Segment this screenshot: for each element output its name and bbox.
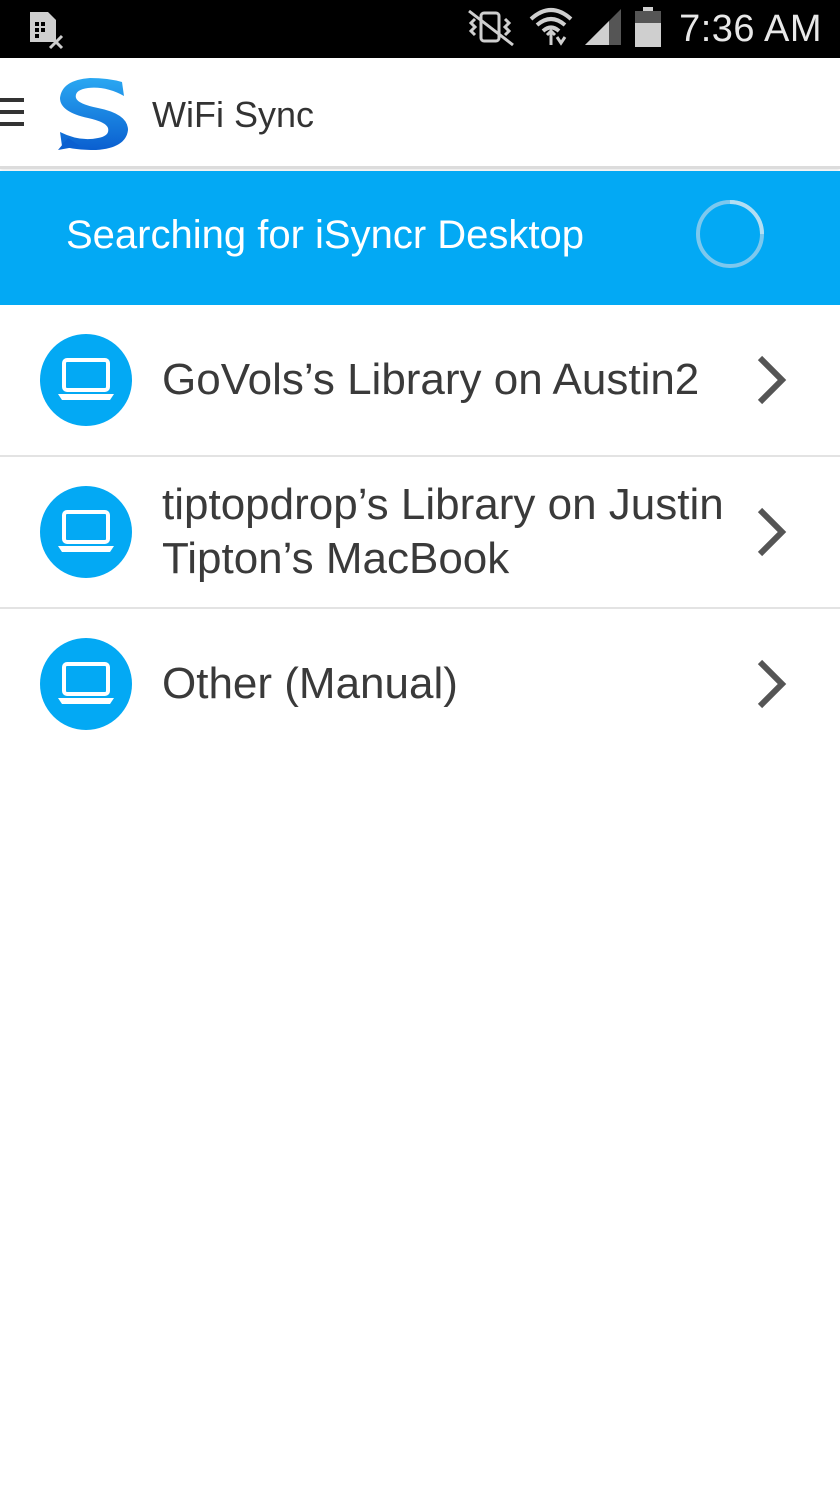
loading-spinner-icon — [696, 200, 764, 268]
laptop-icon-badge — [40, 334, 132, 426]
library-list: GoVols’s Library on Austin2 tiptopdrop’s… — [0, 305, 840, 759]
menu-icon[interactable] — [0, 98, 24, 130]
chevron-right-icon — [757, 355, 787, 405]
laptop-icon — [58, 662, 114, 704]
signal-icon — [583, 7, 623, 52]
status-icons: 7:36 AM — [463, 0, 822, 58]
laptop-icon — [58, 510, 114, 552]
status-time: 7:36 AM — [679, 7, 822, 50]
sim-icon — [26, 10, 66, 55]
list-item-label: Other (Manual) — [162, 659, 458, 708]
wifi-icon — [529, 5, 573, 54]
isyncr-logo[interactable] — [54, 74, 134, 152]
chevron-right-icon — [757, 507, 787, 557]
chevron-right-icon — [757, 659, 787, 709]
list-item-library[interactable]: GoVols’s Library on Austin2 — [0, 305, 840, 457]
status-bar: 7:36 AM — [0, 0, 840, 58]
app-title: WiFi Sync — [152, 94, 314, 135]
mute-vibrate-icon — [463, 7, 519, 52]
laptop-icon-badge — [40, 486, 132, 578]
list-item-label: tiptopdrop’s Library on Justin Tipton’s … — [162, 480, 724, 583]
list-item-label: GoVols’s Library on Austin2 — [162, 355, 700, 404]
laptop-icon-badge — [40, 638, 132, 730]
action-bar: WiFi Sync — [0, 58, 840, 169]
laptop-icon — [58, 358, 114, 400]
search-status-text: Searching for iSyncr Desktop — [66, 213, 585, 257]
list-item-library[interactable]: tiptopdrop’s Library on Justin Tipton’s … — [0, 457, 840, 609]
battery-icon — [633, 5, 663, 54]
list-item-manual[interactable]: Other (Manual) — [0, 609, 840, 759]
